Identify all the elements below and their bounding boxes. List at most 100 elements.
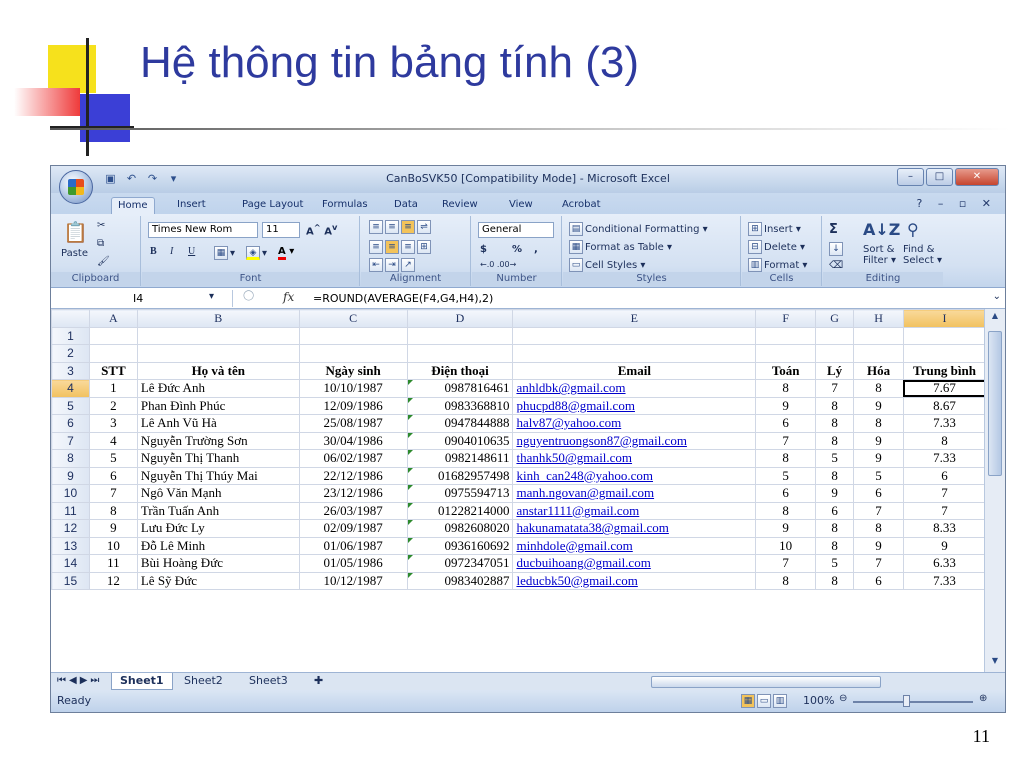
cell[interactable]: 0904010635 [406,431,514,450]
cell[interactable]: Lê Anh Vũ Hà [136,414,300,433]
cell[interactable]: 10 [88,536,138,555]
header-cell[interactable]: Họ và tên [136,361,300,380]
cell[interactable]: 7 [853,501,904,520]
comma-button[interactable]: , [534,244,538,255]
email-link[interactable]: nguyentruongson87@gmail.com [516,433,686,448]
email-link[interactable]: ducbuihoang@gmail.com [516,555,650,570]
cell[interactable]: 8.67 [902,396,986,415]
cell[interactable]: 7.33 [902,414,986,433]
font-name-select[interactable]: Times New Rom [148,222,258,238]
tab-view[interactable]: View [503,197,539,215]
cell[interactable]: 26/03/1987 [298,501,408,520]
column-header[interactable]: G [815,309,855,328]
header-cell[interactable]: Email [512,361,757,380]
cell[interactable]: 0983402887 [406,571,514,590]
tab-insert[interactable]: Insert [171,197,212,215]
font-size-select[interactable]: 11 [262,222,300,238]
cell[interactable]: 9 [853,449,904,468]
cell[interactable]: 0982148611 [406,449,514,468]
cell[interactable] [815,344,855,363]
cell[interactable]: 8 [815,466,855,485]
cell[interactable]: 0983368810 [406,396,514,415]
cell[interactable]: 22/12/1986 [298,466,408,485]
cut-icon[interactable]: ✂ [97,220,105,231]
cell[interactable]: Bùi Hoàng Đức [136,554,300,573]
cell[interactable]: Lê Sỹ Đức [136,571,300,590]
cell[interactable]: 01/05/1986 [298,554,408,573]
row-header[interactable]: 10 [51,484,90,503]
cell[interactable]: 02/09/1987 [298,519,408,538]
sheet-tab-2[interactable]: Sheet2 [176,673,231,690]
cell[interactable]: 8 [853,519,904,538]
cell[interactable]: 5 [815,554,855,573]
cell[interactable]: 0936160692 [406,536,514,555]
column-header[interactable]: C [298,309,408,328]
header-cell[interactable]: Trung bình [902,361,986,380]
zoom-out-icon[interactable]: ⊖ [839,693,847,704]
cell[interactable]: 6 [853,484,904,503]
cell[interactable]: 12 [88,571,138,590]
row-header[interactable]: 8 [51,449,90,468]
align-center-icon[interactable]: ≡ ≡ ≡ ⊞ [369,240,433,254]
cell[interactable] [406,326,514,345]
cell[interactable]: 7 [755,554,817,573]
zoom-slider-knob[interactable] [903,695,910,707]
sheet-tab-3[interactable]: Sheet3 [241,673,296,690]
sort-filter-button[interactable]: Sort & Filter ▾ [863,244,896,266]
header-cell[interactable]: Toán [755,361,817,380]
cell[interactable]: 9 [815,484,855,503]
email-link[interactable]: hakunamatata38@gmail.com [516,520,668,535]
zoom-level[interactable]: 100% [803,694,834,707]
grow-font-icon[interactable]: A^ Av [306,222,337,237]
select-all-corner[interactable] [51,309,90,328]
cell[interactable]: anstar1111@gmail.com [512,501,757,520]
zoom-slider[interactable] [853,701,973,703]
email-link[interactable]: phucpd88@gmail.com [516,398,634,413]
row-header[interactable]: 4 [51,379,90,398]
tab-review[interactable]: Review [436,197,484,215]
row-header[interactable]: 13 [51,536,90,555]
cell[interactable]: 8 [755,379,817,398]
cell[interactable]: 9 [853,431,904,450]
name-box[interactable]: I4 [53,290,233,307]
cell[interactable]: 5 [755,466,817,485]
office-button[interactable] [59,170,93,204]
cell[interactable]: 8 [755,449,817,468]
cell[interactable]: thanhk50@gmail.com [512,449,757,468]
cell[interactable]: 5 [815,449,855,468]
column-header[interactable]: B [136,309,300,328]
insert-function-button[interactable]: fx [283,290,294,304]
cell[interactable]: halv87@yahoo.com [512,414,757,433]
cell[interactable] [853,344,904,363]
paste-button[interactable]: Paste [61,248,88,259]
cell[interactable] [902,326,986,345]
cell[interactable]: 01/06/1987 [298,536,408,555]
clear-icon[interactable]: ⌫ [829,260,843,271]
worksheet-grid[interactable]: ABCDEFGHI 1 2 3 STT Họ và tên Ngày sinh Điện t… [51,309,986,672]
cell[interactable]: 10 [755,536,817,555]
cell[interactable]: 9 [902,536,986,555]
fill-color-icon[interactable]: ◈ ▾ [246,246,267,260]
cell[interactable]: hakunamatata38@gmail.com [512,519,757,538]
cell[interactable]: 9 [755,519,817,538]
email-link[interactable]: kinh_can248@yahoo.com [516,468,653,483]
cell[interactable]: 9 [853,536,904,555]
cell[interactable]: 8 [815,396,855,415]
cell[interactable] [853,326,904,345]
horizontal-scroll-thumb[interactable] [651,676,881,688]
row-header[interactable]: 14 [51,554,90,573]
cell[interactable]: 10/12/1987 [298,571,408,590]
cell[interactable]: 6 [755,414,817,433]
cell[interactable]: Ngô Văn Mạnh [136,484,300,503]
cell[interactable]: 8 [853,379,904,398]
cell[interactable] [512,326,757,345]
cell[interactable]: 6 [853,571,904,590]
scroll-down-icon[interactable]: ▼ [988,656,1002,670]
cell[interactable]: 6 [755,484,817,503]
header-cell[interactable]: Hóa [853,361,904,380]
cell[interactable] [406,344,514,363]
cell[interactable] [88,344,138,363]
column-header[interactable]: F [755,309,817,328]
cell[interactable]: 8 [755,501,817,520]
ribbon-minimize-icon[interactable]: – [938,197,950,210]
